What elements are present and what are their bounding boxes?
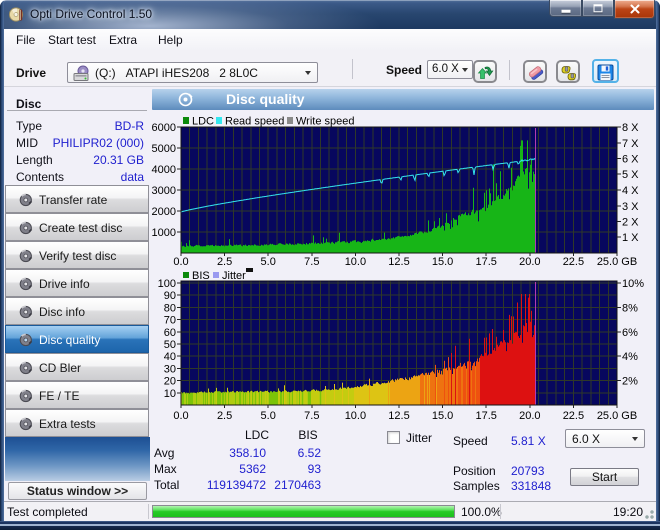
svg-text:5000: 5000 [152, 143, 176, 155]
svg-text:Jitter: Jitter [222, 270, 246, 282]
svg-text:17.5: 17.5 [475, 410, 496, 422]
svg-text:1000: 1000 [152, 227, 176, 239]
svg-text:7.5: 7.5 [304, 410, 319, 422]
svg-text:4 X: 4 X [622, 185, 639, 197]
svg-text:70: 70 [164, 315, 176, 327]
svg-text:90: 90 [164, 290, 176, 302]
svg-text:3000: 3000 [152, 185, 176, 197]
svg-text:12.5: 12.5 [388, 410, 409, 422]
svg-text:4%: 4% [622, 351, 638, 363]
svg-text:6%: 6% [622, 327, 638, 339]
svg-text:Read speed: Read speed [225, 116, 284, 128]
svg-text:0.0: 0.0 [173, 410, 188, 422]
svg-text:Write speed: Write speed [296, 116, 355, 128]
svg-text:50: 50 [164, 339, 176, 351]
svg-text:LDC: LDC [192, 116, 214, 128]
svg-text:20.0: 20.0 [519, 410, 540, 422]
svg-text:15.0: 15.0 [432, 410, 453, 422]
svg-text:100: 100 [158, 278, 176, 290]
svg-text:80: 80 [164, 302, 176, 314]
svg-text:40: 40 [164, 351, 176, 363]
svg-text:60: 60 [164, 327, 176, 339]
svg-text:5 X: 5 X [622, 169, 639, 181]
svg-text:2 X: 2 X [622, 217, 639, 229]
svg-text:5.0: 5.0 [261, 410, 276, 422]
svg-text:2%: 2% [622, 376, 638, 388]
svg-text:10%: 10% [622, 278, 644, 290]
svg-text:6 X: 6 X [622, 154, 639, 166]
svg-text:3 X: 3 X [622, 201, 639, 213]
svg-text:30: 30 [164, 363, 176, 375]
svg-text:10.0: 10.0 [345, 410, 366, 422]
svg-text:10: 10 [164, 388, 176, 400]
svg-text:BIS: BIS [192, 270, 210, 282]
svg-text:25.0 GB: 25.0 GB [597, 410, 637, 422]
svg-text:2000: 2000 [152, 206, 176, 218]
svg-text:7 X: 7 X [622, 138, 639, 150]
svg-text:8%: 8% [622, 302, 638, 314]
svg-text:2.5: 2.5 [217, 410, 232, 422]
svg-text:4000: 4000 [152, 164, 176, 176]
svg-text:20: 20 [164, 376, 176, 388]
svg-text:8 X: 8 X [622, 122, 639, 134]
svg-text:22.5: 22.5 [563, 410, 584, 422]
svg-text:6000: 6000 [152, 122, 176, 134]
svg-text:1 X: 1 X [622, 232, 639, 244]
